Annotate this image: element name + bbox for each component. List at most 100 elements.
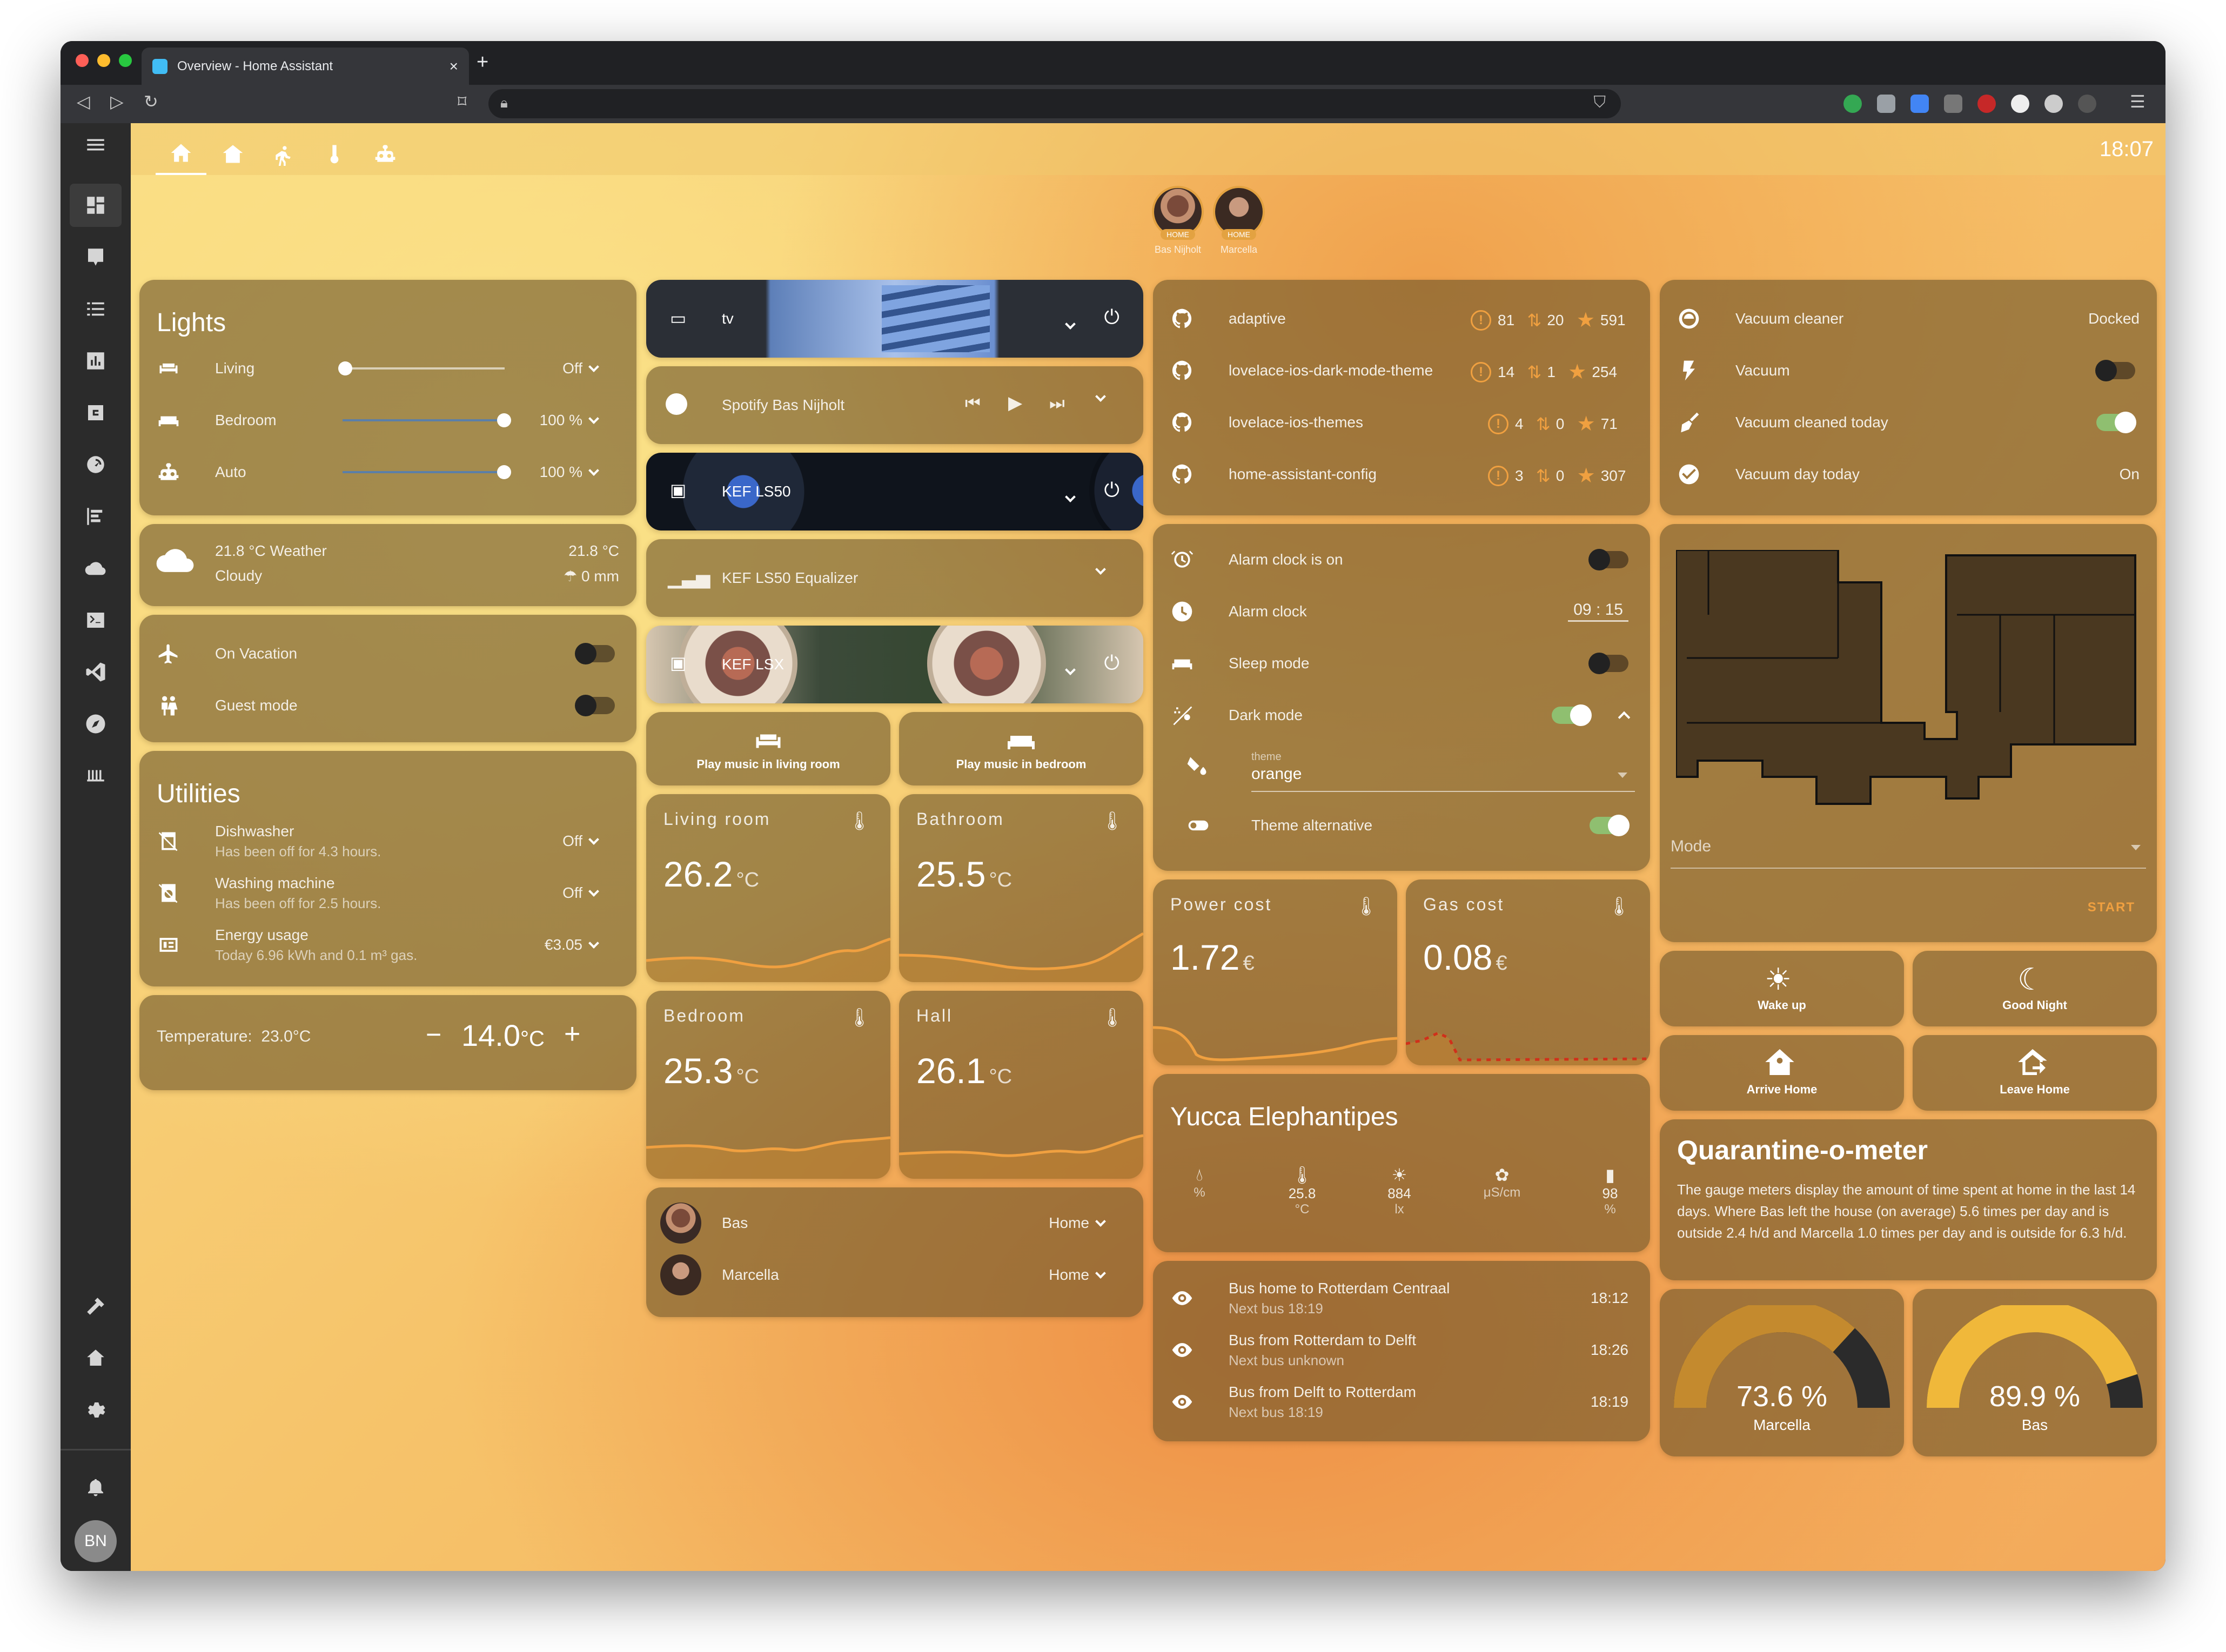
sidebar-developer-tools-icon[interactable] bbox=[70, 1285, 122, 1328]
new-tab-button[interactable]: + bbox=[477, 51, 488, 74]
slider-knob[interactable] bbox=[497, 413, 511, 427]
plant-moisture[interactable]: 💧︎% bbox=[1183, 1165, 1216, 1200]
scene-good-night-button[interactable]: ☾ Good Night bbox=[1913, 951, 2157, 1026]
power-cost-card[interactable]: Power cost 🌡︎ 1.72 € bbox=[1153, 879, 1397, 1065]
back-icon[interactable]: ◁ bbox=[77, 91, 90, 112]
slider-knob[interactable] bbox=[338, 361, 352, 375]
bookmark-icon[interactable]: ⌑ bbox=[458, 91, 466, 112]
minimize-window-button[interactable] bbox=[97, 54, 110, 67]
extension-icon[interactable] bbox=[1877, 95, 1895, 113]
url-bar[interactable]: 🔒︎ ⛉ bbox=[488, 89, 1621, 118]
next-track-icon[interactable]: ⏭ bbox=[1049, 393, 1065, 414]
temp-card-bathroom[interactable]: Bathroom 🌡︎ 25.5 °C bbox=[899, 794, 1143, 982]
play-music-living-room-button[interactable]: Play music in living room bbox=[646, 712, 890, 785]
guest-mode-toggle[interactable] bbox=[575, 695, 615, 716]
light-state[interactable]: 100 % bbox=[540, 464, 599, 481]
power-icon[interactable]: ⏻ bbox=[1104, 306, 1119, 329]
power-icon[interactable]: ⏻ bbox=[1104, 652, 1119, 675]
bus-row[interactable]: Bus from Delft to Rotterdam Next bus 18:1… bbox=[1153, 1379, 1650, 1425]
alarm-on-row[interactable]: Alarm clock is on bbox=[1153, 538, 1650, 581]
view-thermometer-tab[interactable] bbox=[309, 133, 360, 175]
slider-knob[interactable] bbox=[497, 465, 511, 479]
temp-card-hall[interactable]: Hall 🌡︎ 26.1 °C bbox=[899, 991, 1143, 1179]
kef-ls50-media-player[interactable]: ▣ KEF LS50 ⏻ bbox=[646, 453, 1143, 530]
play-music-bedroom-button[interactable]: Play music in bedroom bbox=[899, 712, 1143, 785]
person-row-marcella[interactable]: Marcella Home bbox=[646, 1253, 1143, 1297]
vacation-toggle[interactable] bbox=[575, 643, 615, 664]
gauge-card-bas[interactable]: 89.9 % Bas bbox=[1913, 1289, 2157, 1456]
sidebar-overview-icon[interactable] bbox=[70, 184, 122, 227]
plant-temperature[interactable]: 🌡︎ 25.8 °C bbox=[1280, 1165, 1324, 1217]
vacuum-switch-row[interactable]: Vacuum bbox=[1660, 349, 2157, 392]
dark-mode-toggle[interactable] bbox=[1552, 704, 1592, 726]
person-state[interactable]: Home bbox=[1049, 1214, 1106, 1232]
maximize-window-button[interactable] bbox=[119, 54, 132, 67]
reload-icon[interactable]: ↻ bbox=[144, 91, 158, 112]
sidebar-logbook-icon[interactable] bbox=[70, 495, 122, 538]
github-ext-icon[interactable] bbox=[2011, 95, 2029, 113]
sidebar-radiator-icon[interactable] bbox=[70, 754, 122, 797]
extensions-shield-icon[interactable]: ⛉ bbox=[1594, 93, 1606, 112]
start-button[interactable]: START bbox=[2088, 900, 2135, 915]
utility-state[interactable]: €3.05 bbox=[545, 936, 599, 953]
close-window-button[interactable] bbox=[76, 54, 89, 67]
sidebar-list-icon[interactable] bbox=[70, 287, 122, 331]
temp-card-living-room[interactable]: Living room 🌡︎ 26.2 °C bbox=[646, 794, 890, 982]
vacuum-cleaned-toggle[interactable] bbox=[2096, 412, 2136, 433]
plant-illuminance[interactable]: ☀︎ 884 lx bbox=[1378, 1165, 1421, 1217]
sidebar-settings-icon[interactable] bbox=[70, 1388, 122, 1432]
bus-row[interactable]: Bus home to Rotterdam Centraal Next bus 1… bbox=[1153, 1275, 1650, 1321]
brightness-slider[interactable] bbox=[343, 413, 511, 427]
view-house-tab[interactable] bbox=[207, 133, 258, 175]
theme-alternative-row[interactable]: Theme alternative bbox=[1153, 804, 1650, 847]
theme-select[interactable]: orange bbox=[1251, 765, 1635, 792]
play-icon[interactable]: ▶ bbox=[1008, 392, 1022, 414]
sidebar-vscode-icon[interactable] bbox=[70, 650, 122, 694]
brightness-slider[interactable] bbox=[343, 465, 511, 479]
expand-chevron-icon[interactable] bbox=[1059, 492, 1076, 506]
tv-media-player[interactable]: ▭ tv ⏻ bbox=[646, 280, 1143, 358]
repo-row[interactable]: home-assistant-config ! 3 ⇅ 0 ★ 307 bbox=[1153, 453, 1650, 496]
sidebar-hacs-icon[interactable] bbox=[70, 391, 122, 434]
thermostat-increase-button[interactable]: + bbox=[564, 1018, 580, 1050]
mode-row-vacation[interactable]: On Vacation bbox=[139, 632, 636, 675]
vacuum-toggle[interactable] bbox=[2095, 360, 2135, 381]
mode-row-guest[interactable]: Guest mode bbox=[139, 684, 636, 727]
utility-row-dishwasher[interactable]: Dishwasher Has been off for 4.3 hours. Of… bbox=[139, 818, 636, 864]
repo-row[interactable]: lovelace-ios-themes ! 4 ⇅ 0 ★ 71 bbox=[1153, 401, 1650, 444]
weather-card[interactable]: 21.8 °C Weather Cloudy 21.8 °C ☂ 0 mm bbox=[139, 524, 636, 606]
plant-conductivity[interactable]: ✿ μS/cm bbox=[1470, 1165, 1534, 1200]
tab-close-icon[interactable]: × bbox=[450, 58, 458, 75]
scene-wake-up-button[interactable]: ☀︎ Wake up bbox=[1660, 951, 1904, 1026]
expand-chevron-icon[interactable] bbox=[1089, 391, 1106, 406]
alarm-toggle[interactable] bbox=[1588, 549, 1628, 570]
info-icon[interactable] bbox=[2078, 95, 2096, 113]
menu-icon[interactable]: ☰ bbox=[2130, 91, 2145, 112]
light-row-auto[interactable]: Auto 100 % bbox=[139, 451, 636, 494]
person-state[interactable]: Home bbox=[1049, 1266, 1106, 1284]
vacuum-cleaned-row[interactable]: Vacuum cleaned today bbox=[1660, 401, 2157, 444]
person-row-bas[interactable]: Bas Home bbox=[646, 1201, 1143, 1245]
mode-select[interactable]: Mode bbox=[1671, 837, 2146, 869]
power-icon[interactable]: ⏻ bbox=[1104, 479, 1119, 502]
sidebar-terminal-icon[interactable] bbox=[70, 599, 122, 642]
user-avatar[interactable]: BN bbox=[75, 1520, 117, 1562]
expand-chevron-icon[interactable] bbox=[1059, 319, 1076, 333]
sidebar-notifications-icon[interactable] bbox=[70, 1465, 122, 1508]
bus-row[interactable]: Bus from Rotterdam to Delft Next bus unkn… bbox=[1153, 1327, 1650, 1373]
gauge-card-marcella[interactable]: 73.6 % Marcella bbox=[1660, 1289, 1904, 1456]
browser-tab[interactable]: Overview - Home Assistant × bbox=[142, 48, 469, 85]
ublock-icon[interactable] bbox=[1977, 95, 1996, 113]
light-state[interactable]: 100 % bbox=[540, 412, 599, 429]
utility-state[interactable]: Off bbox=[562, 884, 599, 902]
scene-leave-home-button[interactable]: Leave Home bbox=[1913, 1035, 2157, 1111]
sidebar-menu-icon[interactable] bbox=[70, 123, 122, 166]
vacuum-cleaner-row[interactable]: Vacuum cleaner Docked bbox=[1660, 297, 2157, 340]
view-robot-tab[interactable] bbox=[360, 133, 411, 175]
expand-chevron-icon[interactable] bbox=[1059, 664, 1076, 679]
light-row-bedroom[interactable]: Bedroom 100 % bbox=[139, 399, 636, 442]
sidebar-history-icon[interactable] bbox=[70, 339, 122, 382]
extension-s-icon[interactable] bbox=[1910, 95, 1929, 113]
thermostat-decrease-button[interactable]: − bbox=[426, 1019, 441, 1050]
google-icon[interactable] bbox=[2044, 95, 2063, 113]
